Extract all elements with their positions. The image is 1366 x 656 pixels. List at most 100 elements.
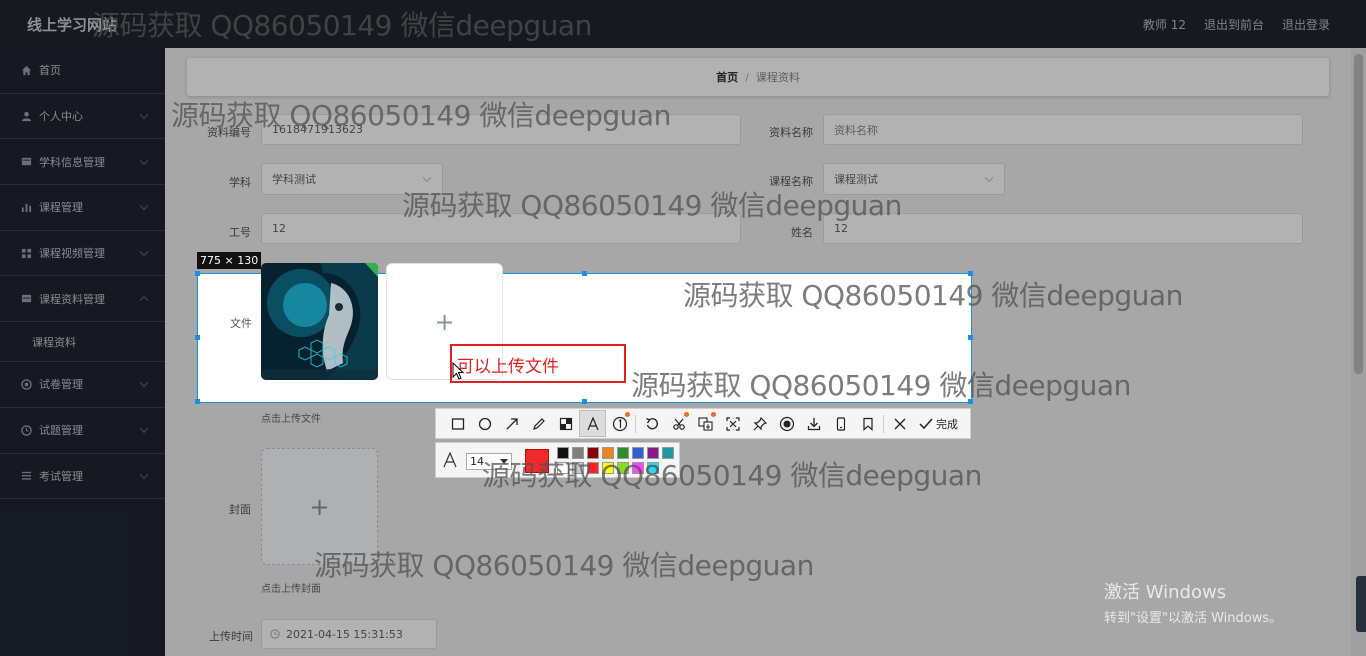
back-to-front-link[interactable]: 退出到前台	[1204, 16, 1264, 33]
course-select[interactable]: 课程测试	[823, 163, 1005, 195]
text-tool-button[interactable]	[579, 410, 606, 437]
chevron-down-icon	[139, 156, 149, 165]
top-bar: 线上学习网站 教师 12 退出到前台 退出登录	[0, 0, 1366, 48]
done-button[interactable]: 完成	[913, 416, 964, 432]
logout-link[interactable]: 退出登录	[1282, 16, 1330, 33]
cover-label: 封面	[229, 503, 251, 516]
scrollbar-thumb[interactable]	[1354, 54, 1363, 374]
staff-id-input[interactable]: 12	[261, 213, 741, 244]
sidebar: 首页 个人中心 学科信息管理 课程管理 课程视频管理 课程资料管理 课程资料 试…	[0, 48, 165, 656]
color-swatch[interactable]	[632, 462, 644, 474]
color-swatch[interactable]	[572, 447, 584, 459]
activation-subtitle: 转到"设置"以激活 Windows。	[1104, 611, 1283, 626]
target-icon	[20, 378, 32, 390]
resize-handle[interactable]	[968, 399, 973, 404]
code-label: 资料编号	[207, 126, 251, 139]
resize-handle[interactable]	[968, 335, 973, 340]
name-input[interactable]: 资料名称	[823, 114, 1303, 145]
pin-button[interactable]	[746, 410, 773, 437]
sidebar-item-question[interactable]: 试题管理	[0, 408, 165, 454]
resize-handle[interactable]	[195, 399, 200, 404]
record-button[interactable]	[773, 410, 800, 437]
chevron-down-icon	[139, 247, 149, 257]
sidebar-item-label: 学科信息管理	[39, 155, 105, 169]
page-scrollbar[interactable]	[1351, 48, 1366, 656]
ellipse-tool-button[interactable]	[471, 410, 498, 437]
color-swatch[interactable]	[647, 462, 659, 474]
upload-time-input[interactable]: 2021-04-15 15:31:53	[261, 619, 437, 649]
file-upload-hint: 点击上传文件	[261, 414, 321, 425]
sidebar-item-subject[interactable]: 学科信息管理	[0, 139, 165, 186]
sidebar-item-course[interactable]: 课程管理	[0, 185, 165, 231]
resize-handle[interactable]	[195, 335, 200, 340]
rectangle-tool-button[interactable]	[444, 410, 471, 437]
capture-region[interactable]: 文件 + 可以上传文件	[195, 263, 973, 404]
plus-icon: +	[434, 307, 455, 336]
toolbar-divider	[635, 414, 636, 433]
sidebar-item-label: 首页	[39, 64, 61, 78]
breadcrumb-home[interactable]: 首页	[716, 69, 738, 85]
subject-select[interactable]: 学科测试	[261, 163, 443, 195]
color-swatch[interactable]	[617, 447, 629, 459]
chevron-down-icon	[139, 470, 149, 479]
sidebar-item-exam[interactable]: 考试管理	[0, 454, 165, 500]
color-swatch[interactable]	[632, 447, 644, 459]
current-color-swatch[interactable]	[525, 449, 549, 473]
color-swatch[interactable]	[602, 462, 614, 474]
resize-handle[interactable]	[582, 399, 587, 404]
chevron-down-icon	[984, 173, 994, 183]
clock-icon	[270, 629, 280, 639]
text-options-toolbar: 14	[435, 442, 680, 478]
resize-handle[interactable]	[968, 271, 973, 276]
file-label: 文件	[230, 317, 252, 330]
grid-icon	[20, 247, 32, 259]
chevron-down-icon	[139, 379, 149, 388]
color-swatch[interactable]	[557, 447, 569, 459]
undo-button[interactable]	[638, 410, 665, 437]
file-thumbnail[interactable]	[261, 263, 378, 380]
code-input[interactable]: 1618471913623	[261, 114, 741, 145]
sidebar-item-home[interactable]: 首页	[0, 48, 165, 94]
pen-tool-button[interactable]	[525, 410, 552, 437]
close-button[interactable]	[886, 410, 913, 437]
resize-handle[interactable]	[582, 271, 587, 276]
mosaic-tool-button[interactable]	[552, 410, 579, 437]
sidebar-item-paper[interactable]: 试卷管理	[0, 362, 165, 408]
color-swatch[interactable]	[557, 462, 569, 474]
sidebar-item-label: 个人中心	[39, 110, 83, 124]
chevron-down-icon	[422, 173, 432, 183]
sidebar-item-profile[interactable]: 个人中心	[0, 94, 165, 140]
color-swatch[interactable]	[647, 447, 659, 459]
annotation-text-box[interactable]: 可以上传文件	[450, 344, 626, 383]
sidebar-item-label: 试卷管理	[39, 378, 83, 392]
color-swatch[interactable]	[587, 462, 599, 474]
sidebar-subitem-material[interactable]: 课程资料	[0, 322, 165, 363]
site-title: 线上学习网站	[27, 16, 118, 34]
sidebar-item-material[interactable]: 课程资料管理	[0, 276, 165, 323]
save-button[interactable]	[800, 410, 827, 437]
number-tool-button[interactable]	[606, 410, 633, 437]
grid-icon	[20, 156, 32, 168]
scroll-capture-button[interactable]	[719, 410, 746, 437]
color-swatch[interactable]	[662, 447, 674, 459]
font-size-select[interactable]: 14	[466, 453, 512, 470]
clock-icon	[20, 424, 32, 436]
course-select-value: 课程测试	[834, 173, 878, 186]
mouse-cursor-icon	[452, 361, 465, 383]
person-name-input[interactable]: 12	[823, 213, 1303, 244]
bookmark-button[interactable]	[854, 410, 881, 437]
color-swatch[interactable]	[572, 462, 584, 474]
sidebar-item-video[interactable]: 课程视频管理	[0, 231, 165, 277]
cutout-tool-button[interactable]	[665, 410, 692, 437]
color-swatch[interactable]	[617, 462, 629, 474]
color-swatch[interactable]	[602, 447, 614, 459]
send-to-phone-button[interactable]	[827, 410, 854, 437]
arrow-tool-button[interactable]	[498, 410, 525, 437]
sidebar-item-label: 课程资料管理	[39, 292, 105, 306]
resize-handle[interactable]	[195, 271, 200, 276]
color-swatch[interactable]	[587, 447, 599, 459]
name-label: 资料名称	[769, 126, 813, 139]
translate-tool-button[interactable]	[692, 410, 719, 437]
capture-size-label: 775 × 130	[197, 252, 262, 269]
cover-upload-button[interactable]: +	[261, 448, 378, 565]
